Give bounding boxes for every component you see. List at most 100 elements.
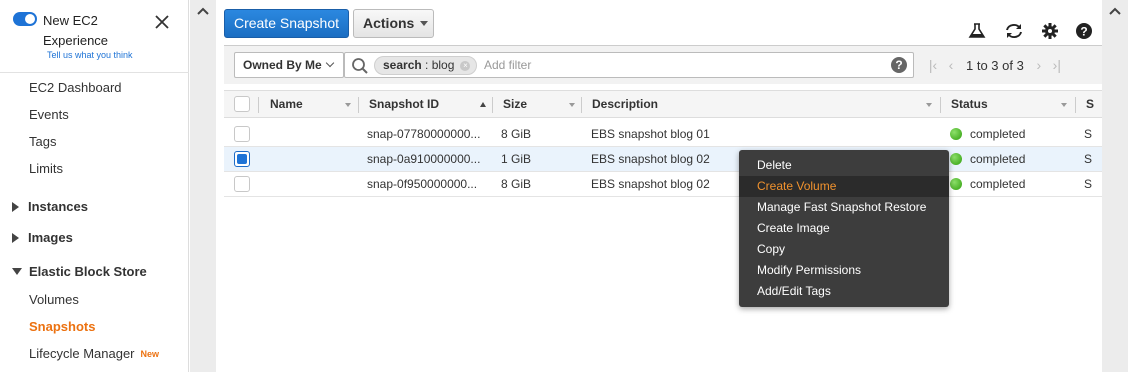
- cell-extra: S: [1084, 177, 1093, 191]
- sort-icon: [569, 103, 575, 107]
- sidebar-item-limits[interactable]: Limits: [29, 161, 63, 176]
- sidebar-item-snapshots[interactable]: Snapshots: [29, 319, 95, 334]
- close-icon[interactable]: [154, 14, 170, 30]
- cell-snapshot-id: snap-0a910000000...: [367, 152, 481, 166]
- next-page-icon[interactable]: ›: [1030, 52, 1048, 78]
- column-divider: [258, 97, 259, 113]
- cell-snapshot-id: snap-07780000000...: [367, 127, 481, 141]
- sort-icon: [926, 103, 932, 107]
- column-header-status[interactable]: Status: [951, 91, 988, 118]
- owner-filter-label: Owned By Me: [243, 58, 322, 72]
- search-icon: [352, 58, 368, 74]
- menu-item-manage-fast-snapshot-restore[interactable]: Manage Fast Snapshot Restore: [739, 197, 949, 218]
- cell-extra: S: [1084, 152, 1093, 166]
- expand-right-icon: [12, 202, 19, 212]
- expand-right-icon: [12, 233, 19, 243]
- chevron-up-icon: [1109, 7, 1121, 15]
- chevron-up-icon: [197, 7, 209, 15]
- new-experience-title: New EC2 Experience: [43, 13, 109, 48]
- filter-bar: Owned By Me search : blog × Add filter ?…: [224, 46, 1102, 84]
- actions-label: Actions: [363, 15, 415, 31]
- menu-item-delete[interactable]: Delete: [739, 155, 949, 176]
- table-row[interactable]: snap-0f950000000... 8 GiB EBS snapshot b…: [224, 172, 1102, 197]
- sidebar-collapse-bar[interactable]: [190, 0, 216, 372]
- cell-snapshot-id: snap-0f950000000...: [367, 177, 478, 191]
- details-collapse-bar[interactable]: [1102, 0, 1128, 372]
- sidebar-item-lifecycle-manager[interactable]: Lifecycle Manager New: [29, 346, 159, 361]
- last-page-icon[interactable]: ›|: [1048, 52, 1066, 78]
- column-header-name[interactable]: Name: [270, 91, 303, 118]
- table-header: Name Snapshot ID Size Description Status…: [224, 90, 1102, 118]
- sidebar-group-label: Images: [28, 230, 73, 245]
- expand-down-icon: [12, 268, 22, 275]
- cell-name: [270, 122, 355, 146]
- divider: [0, 72, 189, 73]
- context-menu: Delete Create Volume Manage Fast Snapsho…: [739, 150, 949, 307]
- filter-help-icon[interactable]: ?: [891, 57, 907, 73]
- sidebar-group-images[interactable]: Images: [12, 230, 73, 245]
- chevron-down-icon: [325, 58, 334, 68]
- sidebar-item-label: Lifecycle Manager: [29, 346, 135, 361]
- search-input[interactable]: search : blog × Add filter ?: [344, 52, 914, 78]
- cell-description: EBS snapshot blog 02: [591, 177, 710, 191]
- owner-filter-dropdown[interactable]: Owned By Me: [234, 52, 344, 78]
- cell-extra: S: [1084, 127, 1093, 141]
- row-checkbox[interactable]: [234, 151, 250, 167]
- menu-item-create-image[interactable]: Create Image: [739, 218, 949, 239]
- sidebar-item-ec2-dashboard[interactable]: EC2 Dashboard: [29, 80, 122, 95]
- menu-item-create-volume[interactable]: Create Volume: [739, 176, 949, 197]
- column-divider: [1075, 97, 1076, 113]
- gear-icon[interactable]: [1041, 22, 1059, 40]
- flask-icon[interactable]: [968, 22, 986, 40]
- caret-down-icon: [420, 21, 429, 26]
- menu-item-add-edit-tags[interactable]: Add/Edit Tags: [739, 281, 949, 302]
- cell-status: completed: [970, 177, 1026, 191]
- sidebar-item-tags[interactable]: Tags: [29, 134, 56, 149]
- cell-size: 8 GiB: [501, 177, 532, 191]
- sort-ascending-icon: [480, 102, 486, 107]
- table-row[interactable]: snap-0a910000000... 1 GiB EBS snapshot b…: [224, 147, 1102, 172]
- status-ok-icon: [950, 128, 962, 140]
- table-row[interactable]: snap-07780000000... 8 GiB EBS snapshot b…: [224, 122, 1102, 147]
- new-experience-toggle[interactable]: [13, 12, 37, 26]
- column-divider: [492, 97, 493, 113]
- column-divider: [358, 97, 359, 113]
- feedback-link[interactable]: Tell us what you think: [47, 50, 133, 60]
- create-snapshot-button[interactable]: Create Snapshot: [224, 9, 349, 38]
- sidebar-group-label: Instances: [28, 199, 88, 214]
- row-checkbox[interactable]: [234, 126, 250, 142]
- column-header-size[interactable]: Size: [503, 91, 527, 118]
- cell-description: EBS snapshot blog 02: [591, 152, 710, 166]
- remove-filter-icon[interactable]: ×: [460, 61, 471, 71]
- column-divider: [940, 97, 941, 113]
- column-header-snapshot-id[interactable]: Snapshot ID: [369, 91, 439, 118]
- add-filter-placeholder: Add filter: [484, 58, 532, 72]
- cell-name: [270, 147, 355, 171]
- sidebar-group-instances[interactable]: Instances: [12, 199, 88, 214]
- cell-name: [270, 172, 355, 196]
- select-all-checkbox[interactable]: [234, 96, 250, 112]
- status-ok-icon: [950, 178, 962, 190]
- menu-item-copy[interactable]: Copy: [739, 239, 949, 260]
- first-page-icon[interactable]: |‹: [924, 52, 942, 78]
- status-ok-icon: [950, 153, 962, 165]
- column-header-description[interactable]: Description: [592, 91, 658, 118]
- search-filter-chip[interactable]: search : blog ×: [374, 56, 478, 75]
- help-icon[interactable]: ?: [1075, 22, 1093, 40]
- prev-page-icon[interactable]: ‹: [942, 52, 960, 78]
- sidebar-item-events[interactable]: Events: [29, 107, 69, 122]
- cell-size: 1 GiB: [501, 152, 532, 166]
- column-divider: [581, 97, 582, 113]
- sidebar: New EC2 Experience Tell us what you thin…: [0, 0, 189, 372]
- row-checkbox[interactable]: [234, 176, 250, 192]
- refresh-icon[interactable]: [1004, 22, 1024, 40]
- sidebar-item-volumes[interactable]: Volumes: [29, 292, 79, 307]
- actions-button[interactable]: Actions: [353, 9, 434, 38]
- sidebar-group-label: Elastic Block Store: [29, 264, 147, 279]
- pagination-text: 1 to 3 of 3: [966, 58, 1024, 73]
- sidebar-group-ebs[interactable]: Elastic Block Store: [12, 264, 147, 279]
- chip-value: blog: [431, 58, 455, 72]
- svg-text:?: ?: [1080, 25, 1087, 39]
- menu-item-modify-permissions[interactable]: Modify Permissions: [739, 260, 949, 281]
- column-header-extra[interactable]: S: [1086, 91, 1094, 118]
